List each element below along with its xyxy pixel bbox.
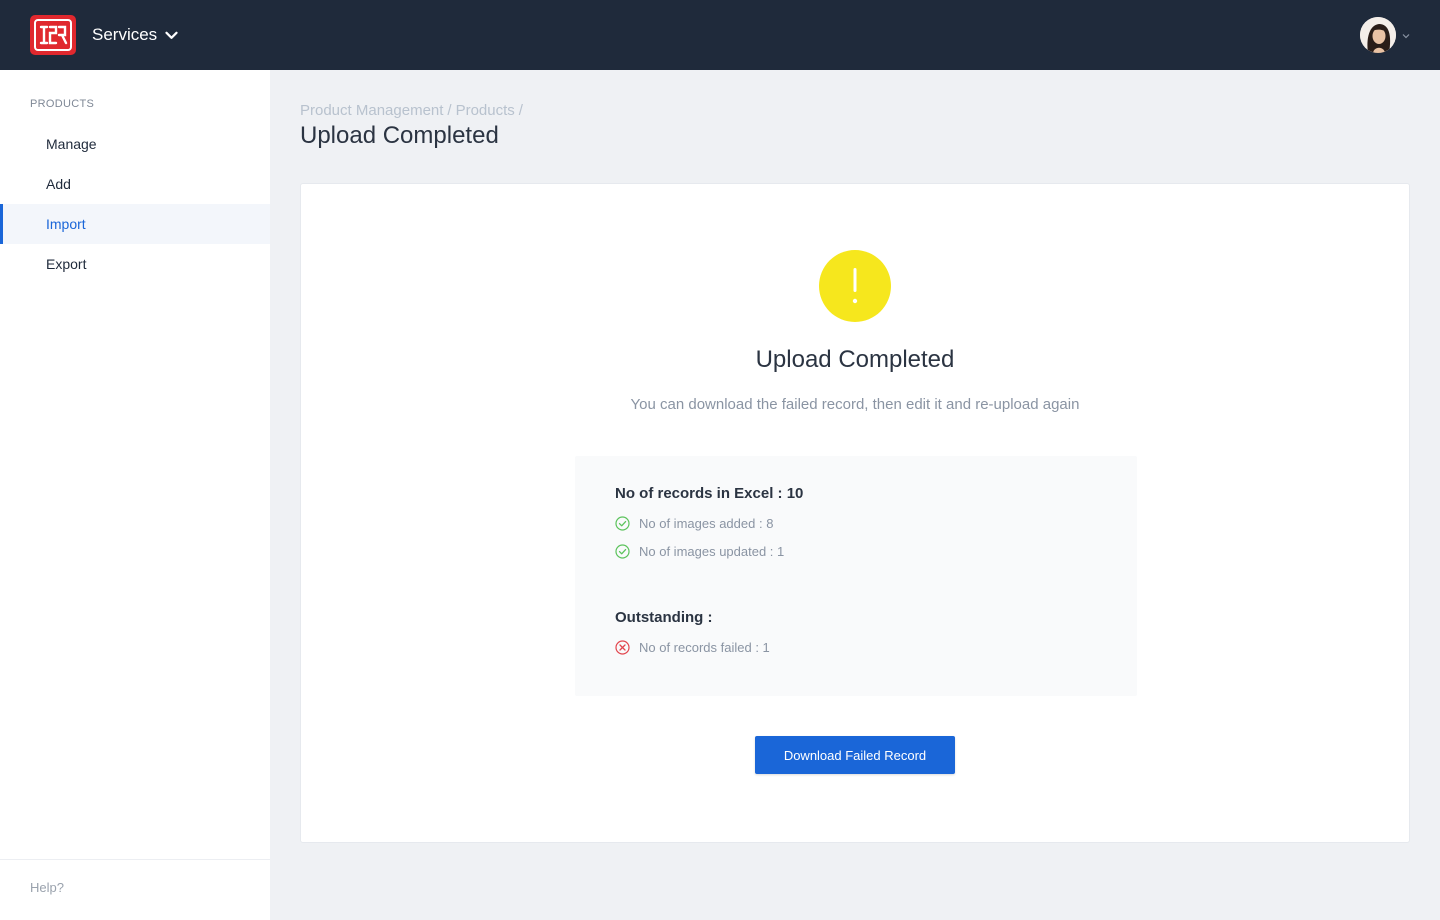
chevron-down-icon	[1402, 26, 1410, 44]
help-link[interactable]: Help?	[30, 880, 64, 895]
breadcrumb-products[interactable]: Products	[456, 102, 515, 119]
breadcrumb: Product Management / Products /	[300, 102, 523, 119]
user-menu[interactable]	[1360, 17, 1410, 53]
stat-records-failed: No of records failed : 1	[615, 640, 770, 655]
result-title: Upload Completed	[755, 346, 955, 373]
services-label: Services	[92, 25, 158, 44]
page-title: Upload Completed	[300, 122, 499, 149]
check-circle-icon	[615, 544, 630, 559]
chevron-down-icon	[165, 31, 178, 40]
download-failed-record-button[interactable]: Download Failed Record	[755, 736, 955, 774]
sidebar-section-title: PRODUCTS	[30, 98, 95, 110]
records-heading: No of records in Excel : 10	[615, 485, 804, 502]
upload-summary: No of records in Excel : 10 No of images…	[575, 456, 1137, 696]
sidebar-footer: Help?	[0, 859, 270, 920]
breadcrumb-separator: /	[447, 102, 452, 119]
outstanding-heading: Outstanding :	[615, 609, 713, 626]
upload-result-card: Upload Completed You can download the fa…	[300, 183, 1410, 843]
stat-images-added: No of images added : 8	[615, 516, 773, 531]
x-circle-icon	[615, 640, 630, 655]
sidebar: PRODUCTS Manage Add Import Export Help?	[0, 70, 270, 920]
warning-icon	[819, 250, 891, 322]
breadcrumb-product-management[interactable]: Product Management	[300, 102, 443, 119]
sidebar-item-import[interactable]: Import	[0, 204, 270, 244]
sidebar-nav: Manage Add Import Export	[0, 124, 270, 284]
brand-logo[interactable]	[30, 15, 76, 55]
breadcrumb-separator: /	[518, 102, 523, 119]
stat-label: No of images added : 8	[639, 516, 774, 531]
stat-images-updated: No of images updated : 1	[615, 544, 784, 559]
sidebar-item-manage[interactable]: Manage	[0, 124, 270, 164]
services-menu[interactable]: Services	[92, 22, 178, 48]
check-circle-icon	[615, 516, 630, 531]
sidebar-item-add[interactable]: Add	[0, 164, 270, 204]
sidebar-item-export[interactable]: Export	[0, 244, 270, 284]
result-subtitle: You can download the failed record, then…	[630, 396, 1080, 413]
avatar[interactable]	[1360, 17, 1396, 53]
stat-label: No of images updated : 1	[639, 544, 785, 559]
top-bar: Services	[0, 0, 1440, 70]
stat-label: No of records failed : 1	[639, 640, 770, 655]
